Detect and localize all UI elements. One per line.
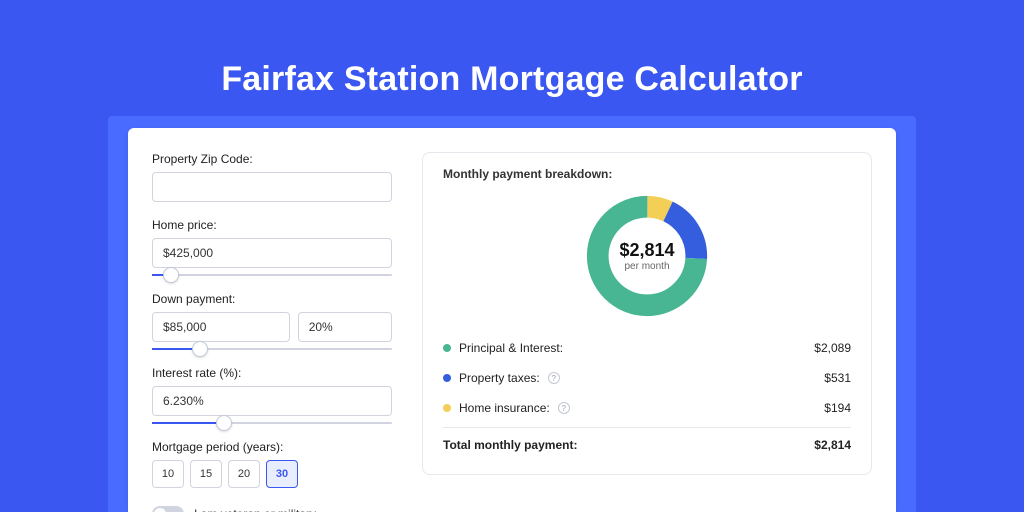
breakdown-title: Monthly payment breakdown:: [443, 167, 851, 181]
legend-label-principal: Principal & Interest:: [459, 341, 563, 355]
home-price-label: Home price:: [152, 218, 392, 232]
legend-label-taxes: Property taxes:: [459, 371, 540, 385]
interest-rate-slider-thumb[interactable]: [216, 415, 232, 431]
breakdown-panel: Monthly payment breakdown: $2,814 per mo…: [422, 152, 872, 475]
field-home-price: Home price:: [152, 218, 392, 276]
legend-value-taxes: $531: [824, 371, 851, 385]
down-payment-amount-input[interactable]: [152, 312, 290, 342]
period-option-30[interactable]: 30: [266, 460, 298, 488]
legend-value-principal: $2,089: [814, 341, 851, 355]
zip-input[interactable]: [152, 172, 392, 202]
field-zip: Property Zip Code:: [152, 152, 392, 202]
mortgage-period-options: 10 15 20 30: [152, 460, 392, 488]
legend-principal-interest: Principal & Interest: $2,089: [443, 333, 851, 363]
info-icon[interactable]: ?: [558, 402, 570, 414]
veteran-toggle-row: I am veteran or military: [152, 506, 392, 512]
legend-property-taxes: Property taxes: ? $531: [443, 363, 851, 393]
legend-chip-principal: [443, 344, 451, 352]
legend-value-insurance: $194: [824, 401, 851, 415]
donut-center-sub: per month: [619, 261, 674, 272]
legend-total: Total monthly payment: $2,814: [443, 427, 851, 460]
legend-chip-taxes: [443, 374, 451, 382]
home-price-input[interactable]: [152, 238, 392, 268]
field-mortgage-period: Mortgage period (years): 10 15 20 30: [152, 440, 392, 488]
donut-chart: $2,814 per month: [582, 191, 712, 321]
mortgage-period-label: Mortgage period (years):: [152, 440, 392, 454]
period-option-15[interactable]: 15: [190, 460, 222, 488]
donut-chart-wrap: $2,814 per month: [443, 187, 851, 333]
down-payment-label: Down payment:: [152, 292, 392, 306]
interest-rate-slider-fill: [152, 422, 224, 424]
down-payment-slider-thumb[interactable]: [192, 341, 208, 357]
donut-center-amount: $2,814: [619, 240, 674, 261]
veteran-toggle-knob: [154, 508, 166, 512]
home-price-slider[interactable]: [152, 274, 392, 276]
down-payment-percent-input[interactable]: [298, 312, 392, 342]
interest-rate-slider[interactable]: [152, 422, 392, 424]
legend-label-insurance: Home insurance:: [459, 401, 550, 415]
legend-chip-insurance: [443, 404, 451, 412]
legend-label-total: Total monthly payment:: [443, 438, 577, 452]
legend-home-insurance: Home insurance: ? $194: [443, 393, 851, 423]
period-option-20[interactable]: 20: [228, 460, 260, 488]
veteran-toggle[interactable]: [152, 506, 184, 512]
calculator-card: Property Zip Code: Home price: Down paym…: [128, 128, 896, 512]
zip-label: Property Zip Code:: [152, 152, 392, 166]
home-price-slider-thumb[interactable]: [163, 267, 179, 283]
down-payment-slider[interactable]: [152, 348, 392, 350]
page-title: Fairfax Station Mortgage Calculator: [0, 0, 1024, 99]
field-interest-rate: Interest rate (%):: [152, 366, 392, 424]
veteran-toggle-label: I am veteran or military: [194, 507, 316, 512]
period-option-10[interactable]: 10: [152, 460, 184, 488]
donut-center: $2,814 per month: [619, 240, 674, 272]
interest-rate-input[interactable]: [152, 386, 392, 416]
info-icon[interactable]: ?: [548, 372, 560, 384]
interest-rate-label: Interest rate (%):: [152, 366, 392, 380]
form-column: Property Zip Code: Home price: Down paym…: [152, 152, 392, 488]
legend-value-total: $2,814: [814, 438, 851, 452]
field-down-payment: Down payment:: [152, 292, 392, 350]
